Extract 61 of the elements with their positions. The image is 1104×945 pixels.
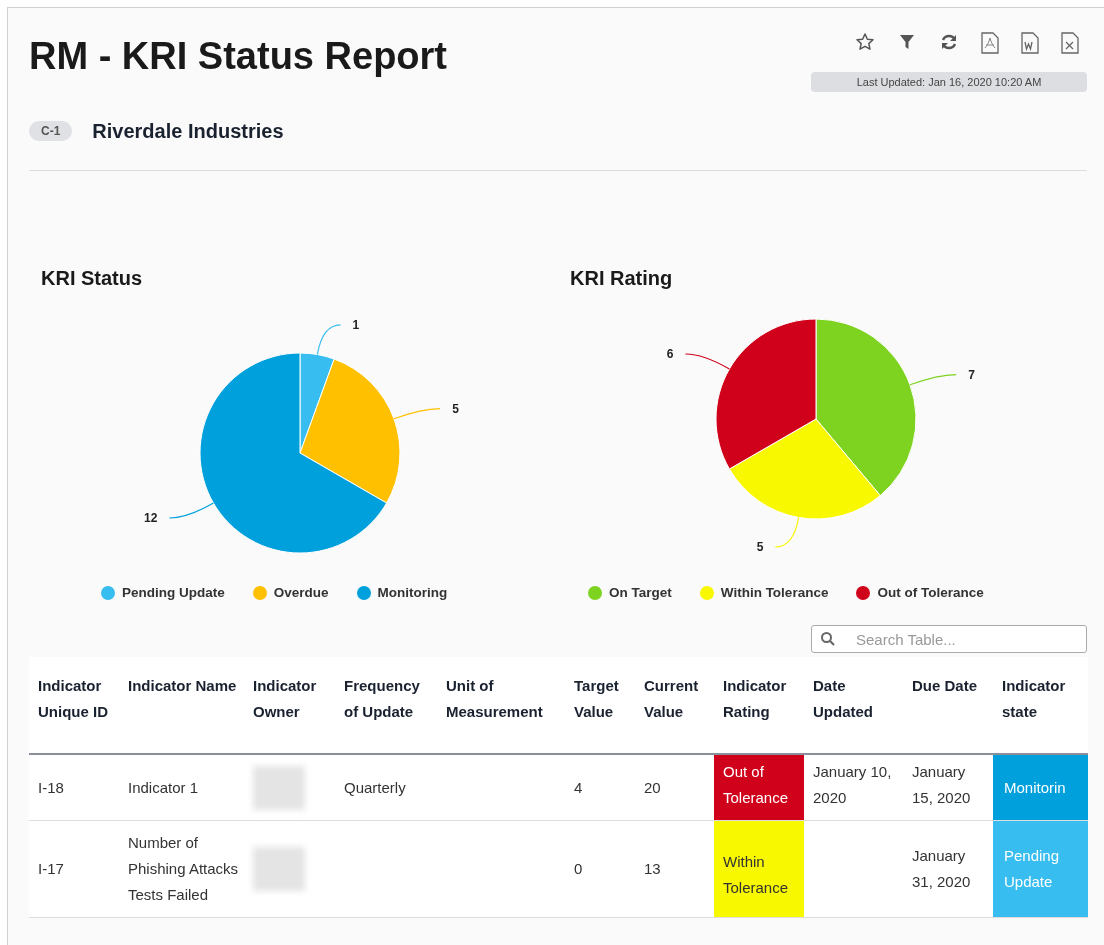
column-header[interactable]: Current Value <box>635 657 714 755</box>
leader-line <box>316 324 342 356</box>
star-icon[interactable] <box>855 32 875 52</box>
column-header[interactable]: Indicator Owner <box>244 657 335 755</box>
table-cell: 0 <box>565 820 635 918</box>
excel-file-icon[interactable] <box>1061 32 1079 54</box>
search-field[interactable]: Search Table... <box>811 625 1087 654</box>
rating-cell: Out of Tolerance <box>714 754 804 821</box>
table-cell: January 31, 2020 <box>903 820 993 918</box>
report-title: RM - KRI Status Report <box>29 34 447 78</box>
data-label: 6 <box>666 347 674 361</box>
table-cell: 20 <box>635 754 714 821</box>
data-label: 1 <box>352 317 360 332</box>
table-cell: I-18 <box>29 754 119 821</box>
table-cell: Quarterly <box>335 754 437 821</box>
leader-line <box>909 373 957 386</box>
chart-title: KRI Rating <box>570 266 674 291</box>
legend-label: On Target <box>609 584 672 602</box>
column-header[interactable]: Indicator Name <box>119 657 244 755</box>
leader-line <box>393 407 441 420</box>
entity-code: C-1 <box>29 121 73 141</box>
data-label: 12 <box>144 511 158 525</box>
table-cell: 4 <box>565 754 635 821</box>
column-header[interactable]: Target Value <box>565 657 635 755</box>
column-header[interactable]: Unit of Measurement <box>437 657 565 755</box>
chart-title: KRI Status <box>41 266 144 291</box>
pdf-file-icon[interactable] <box>981 32 999 54</box>
legend-label: Monitoring <box>377 584 448 602</box>
state-cell: Pending Update <box>993 820 1088 918</box>
data-label: 5 <box>756 540 764 555</box>
table-cell: January 15, 2020 <box>903 754 993 821</box>
leader-line <box>684 353 730 370</box>
search-icon <box>820 631 836 648</box>
column-header[interactable]: Indicator state <box>993 657 1088 755</box>
legend-label: Out of Tolerance <box>877 584 984 602</box>
redacted-placeholder <box>253 765 305 810</box>
data-label: 7 <box>968 367 975 382</box>
column-header[interactable]: Frequency of Update <box>335 657 437 755</box>
legend-label: Pending Update <box>122 584 225 602</box>
column-header[interactable]: Date Updated <box>804 657 903 755</box>
redacted-placeholder <box>253 847 305 892</box>
rating-cell: Within Tolerance <box>714 820 804 918</box>
refresh-icon[interactable] <box>939 32 959 52</box>
state-cell: Monitorin <box>993 754 1088 821</box>
data-label: 5 <box>452 401 459 416</box>
table-cell: I-17 <box>29 820 119 918</box>
table-cell: Number of Phishing Attacks Tests Failed <box>119 820 244 918</box>
table-cell: Indicator 1 <box>119 754 244 821</box>
leader-line <box>774 516 800 548</box>
table-cell: January 10, 2020 <box>804 754 903 821</box>
legend-label: Overdue <box>273 584 329 602</box>
column-header[interactable]: Indicator Rating <box>714 657 804 755</box>
column-header[interactable]: Due Date <box>903 657 993 755</box>
last-updated-label: Last Updated: Jan 16, 2020 10:20 AM <box>811 72 1087 92</box>
column-header[interactable]: Indicator Unique ID <box>29 657 119 755</box>
legend-label: Within Tolerance <box>720 584 829 602</box>
table-cell: 13 <box>635 820 714 918</box>
leader-line <box>168 502 214 519</box>
entity-name: Riverdale Industries <box>92 119 284 144</box>
word-file-icon[interactable] <box>1021 32 1039 54</box>
filter-icon[interactable] <box>897 32 917 52</box>
